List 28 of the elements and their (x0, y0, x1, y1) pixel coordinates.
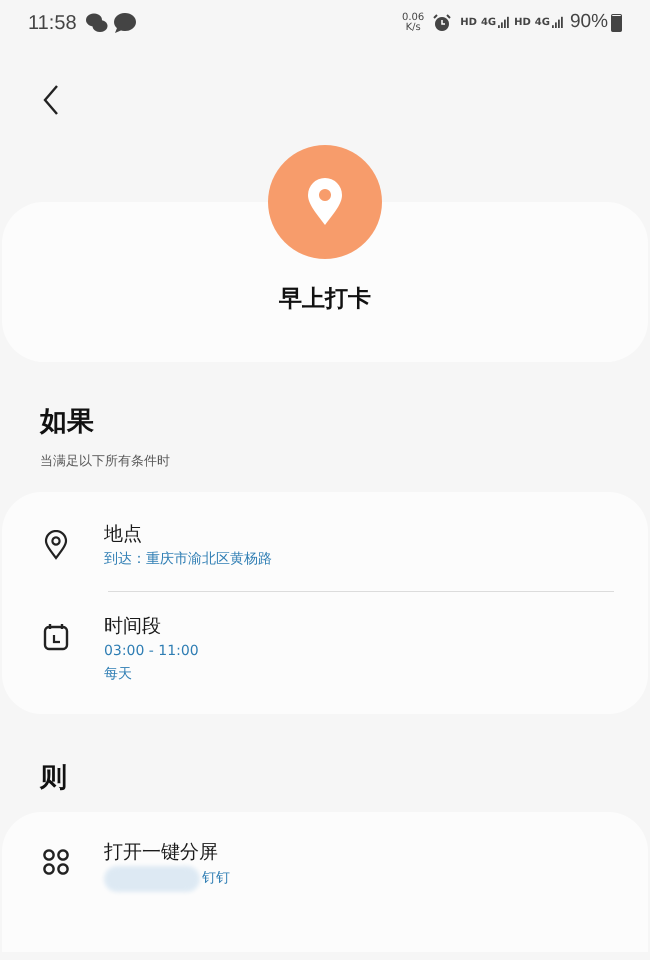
calendar-clock-icon (42, 622, 70, 652)
section-subtitle: 当满足以下所有条件时 (40, 453, 171, 471)
location-pin-icon (42, 530, 70, 560)
item-detail: 每天 (104, 664, 133, 684)
network-label: 4G (534, 16, 550, 30)
item-detail: 钉钉 (202, 869, 230, 888)
chat-bubbles-icon (84, 12, 109, 34)
speed-unit: K/s (406, 22, 421, 32)
item-title: 地点 (104, 522, 143, 546)
network-label: HD (460, 16, 477, 30)
four-circles-icon (42, 848, 70, 876)
section-heading: 则 (40, 760, 68, 794)
speed-value: 0.06 (402, 12, 424, 22)
message-bubble-icon (112, 12, 137, 34)
status-time: 11:58 (28, 10, 77, 36)
alarm-clock-icon (432, 12, 452, 32)
network-label: HD (514, 16, 531, 30)
battery-percent: 90% (570, 10, 608, 34)
routine-title: 早上打卡 (279, 284, 371, 314)
battery-icon (611, 14, 622, 32)
signal-icon (550, 16, 564, 30)
item-title: 时间段 (104, 614, 162, 638)
item-detail: 03:00 - 11:00 (104, 642, 199, 660)
section-heading: 如果 (40, 405, 95, 439)
network-label: 4G (480, 16, 496, 30)
signal-icon (496, 16, 510, 30)
item-detail: 到达：重庆市渝北区黄杨路 (104, 550, 272, 568)
item-title: 打开一键分屏 (104, 840, 219, 864)
